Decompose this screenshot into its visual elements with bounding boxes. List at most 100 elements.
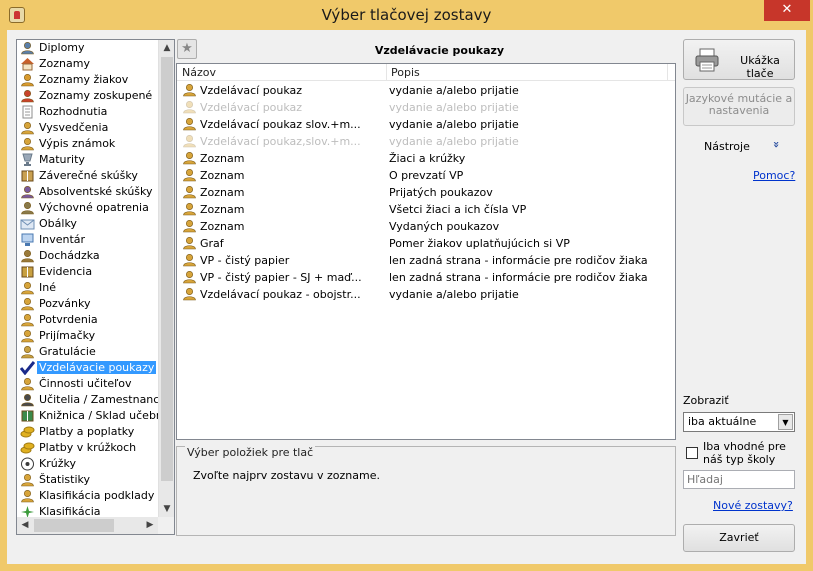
category-item-label: Výchovné opatrenia bbox=[39, 201, 149, 214]
category-item[interactable]: Výchovné opatrenia bbox=[17, 200, 158, 216]
favorite-star-button[interactable]: ★ bbox=[177, 39, 197, 59]
category-item[interactable]: Diplomy bbox=[17, 40, 158, 56]
category-item[interactable]: Učitelia / Zamestnanci bbox=[17, 392, 158, 408]
category-item[interactable]: Krúžky bbox=[17, 456, 158, 472]
table-row[interactable]: Vzdelávací poukaz,slov.+m... vydanie a/al… bbox=[177, 133, 675, 150]
row-name: Zoznam bbox=[200, 186, 245, 199]
column-separator[interactable] bbox=[667, 64, 668, 81]
new-reports-link[interactable]: Nové zostavy? bbox=[713, 499, 793, 512]
row-description: len zadná strana - informácie pre rodičo… bbox=[389, 254, 648, 267]
title-bar[interactable]: Výber tlačovej zostavy ✕ bbox=[0, 0, 813, 30]
report-user-icon bbox=[182, 202, 196, 216]
print-selection-group: Výber položiek pre tlač Zvoľte najprv zo… bbox=[176, 446, 676, 536]
hscroll-thumb[interactable] bbox=[34, 519, 114, 532]
category-item[interactable]: Potvrdenia bbox=[17, 312, 158, 328]
category-item[interactable]: Pozvánky bbox=[17, 296, 158, 312]
category-item[interactable]: Evidencia bbox=[17, 264, 158, 280]
scroll-down-icon[interactable]: ▼ bbox=[159, 501, 174, 517]
category-item-label: Gratulácie bbox=[39, 345, 96, 358]
category-item[interactable]: Klasifikácia podklady bbox=[17, 488, 158, 504]
row-name: Vzdelávací poukaz bbox=[200, 101, 303, 114]
category-item[interactable]: Obálky bbox=[17, 216, 158, 232]
column-header-description[interactable]: Popis bbox=[391, 66, 420, 79]
table-row[interactable]: Zoznam Žiaci a krúžky bbox=[177, 150, 675, 167]
table-row[interactable]: VP - čistý papier len zadná strana - info… bbox=[177, 252, 675, 269]
scroll-up-icon[interactable]: ▲ bbox=[159, 40, 174, 56]
user-icon bbox=[20, 281, 35, 295]
search-input[interactable] bbox=[683, 470, 795, 489]
table-row[interactable]: Vzdelávací poukaz slov.+m... vydanie a/al… bbox=[177, 116, 675, 133]
print-preview-button[interactable]: Ukážka tlače bbox=[683, 39, 795, 80]
category-item-label: Vysvedčenia bbox=[39, 121, 109, 134]
scroll-right-icon[interactable]: ▶ bbox=[142, 517, 158, 534]
category-item[interactable]: Vysvedčenia bbox=[17, 120, 158, 136]
scroll-left-icon[interactable]: ◀ bbox=[17, 517, 33, 534]
row-description: vydanie a/alebo prijatie bbox=[389, 135, 519, 148]
staff-icon bbox=[20, 393, 35, 407]
table-row[interactable]: Vzdelávací poukaz - obojstr... vydanie a/… bbox=[177, 286, 675, 303]
category-item[interactable]: Výpis známok bbox=[17, 136, 158, 152]
category-item[interactable]: Dochádzka bbox=[17, 248, 158, 264]
row-description: Žiaci a krúžky bbox=[389, 152, 466, 165]
table-row[interactable]: Graf Pomer žiakov uplatňujúcich si VP bbox=[177, 235, 675, 252]
row-name: Vzdelávací poukaz slov.+m... bbox=[200, 118, 361, 131]
grades-icon bbox=[20, 137, 35, 151]
only-suitable-label[interactable]: Iba vhodné pre náš typ školy bbox=[703, 440, 798, 466]
teacher-icon bbox=[20, 377, 35, 391]
category-item[interactable]: Zoznamy bbox=[17, 56, 158, 72]
category-item[interactable]: Inventár bbox=[17, 232, 158, 248]
show-label: Zobraziť bbox=[683, 394, 729, 407]
section-title: Vzdelávacie poukazy bbox=[374, 44, 505, 57]
dropdown-arrow-icon[interactable]: ▼ bbox=[778, 414, 793, 430]
table-row[interactable]: VP - čistý papier - SJ + maď... len zadná… bbox=[177, 269, 675, 286]
help-link[interactable]: Pomoc? bbox=[753, 169, 795, 182]
table-row[interactable]: Vzdelávací poukaz vydanie a/alebo prijati… bbox=[177, 82, 675, 99]
column-separator[interactable] bbox=[386, 64, 387, 81]
category-item[interactable]: Iné bbox=[17, 280, 158, 296]
category-item[interactable]: Rozhodnutia bbox=[17, 104, 158, 120]
category-item[interactable]: Zoznamy zoskupené bbox=[17, 88, 158, 104]
category-item[interactable]: Štatistiky bbox=[17, 472, 158, 488]
category-item-label: Maturity bbox=[39, 153, 85, 166]
scroll-thumb[interactable] bbox=[161, 57, 173, 481]
report-user-icon bbox=[182, 185, 196, 199]
category-item[interactable]: Maturity bbox=[17, 152, 158, 168]
category-item[interactable]: Gratulácie bbox=[17, 344, 158, 360]
table-row[interactable]: Zoznam Všetci žiaci a ich čísla VP bbox=[177, 201, 675, 218]
category-item[interactable]: Činnosti učiteľov bbox=[17, 376, 158, 392]
students-icon bbox=[20, 73, 35, 87]
category-item[interactable]: Knižnica / Sklad učebníc bbox=[17, 408, 158, 424]
window-title: Výber tlačovej zostavy bbox=[321, 6, 492, 24]
report-user-icon bbox=[182, 287, 196, 301]
table-row[interactable]: Vzdelávací poukaz vydanie a/alebo prijati… bbox=[177, 99, 675, 116]
chevron-down-icon[interactable]: » bbox=[770, 141, 783, 148]
tools-expander[interactable]: Nástroje » bbox=[683, 137, 795, 155]
table-row[interactable]: Zoznam Vydaných poukazov bbox=[177, 218, 675, 235]
category-item[interactable]: Záverečné skúšky bbox=[17, 168, 158, 184]
category-item[interactable]: Platby v krúžkoch bbox=[17, 440, 158, 456]
certificate-icon bbox=[20, 41, 35, 55]
table-row[interactable]: Zoznam O prevzatí VP bbox=[177, 167, 675, 184]
only-suitable-checkbox[interactable] bbox=[686, 447, 698, 459]
category-vertical-scrollbar[interactable]: ▲ ▼ bbox=[158, 40, 174, 517]
category-item[interactable]: Vzdelávacie poukazy bbox=[17, 360, 158, 376]
category-item[interactable]: Absolventské skúšky bbox=[17, 184, 158, 200]
language-settings-button[interactable]: Jazykové mutácie a nastavenia bbox=[683, 87, 795, 126]
window-close-button[interactable]: ✕ bbox=[764, 0, 810, 21]
category-item[interactable]: Platby a poplatky bbox=[17, 424, 158, 440]
close-button[interactable]: Zavrieť bbox=[683, 524, 795, 552]
user-icon bbox=[20, 297, 35, 311]
column-header-name[interactable]: Názov bbox=[182, 66, 216, 79]
category-item[interactable]: Zoznamy žiakov bbox=[17, 72, 158, 88]
row-name: Zoznam bbox=[200, 220, 245, 233]
report-table[interactable]: Názov Popis Vzdelávací poukaz vydanie a/a… bbox=[176, 63, 676, 440]
category-horizontal-scrollbar[interactable]: ◀ ▶ bbox=[17, 517, 158, 534]
report-user-icon bbox=[182, 236, 196, 250]
checkmark-icon bbox=[19, 361, 36, 376]
computer-icon bbox=[20, 233, 35, 247]
table-row[interactable]: Zoznam Prijatých poukazov bbox=[177, 184, 675, 201]
category-list[interactable]: Diplomy Zoznamy Zoznamy žiakov Zoznamy zosk… bbox=[16, 39, 175, 535]
category-item[interactable]: Prijímačky bbox=[17, 328, 158, 344]
show-filter-select[interactable]: iba aktuálne ▼ bbox=[683, 412, 795, 432]
snail-icon bbox=[20, 249, 35, 263]
